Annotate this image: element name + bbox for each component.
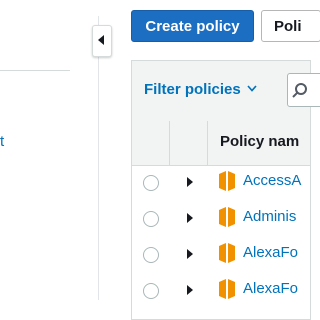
sidebar-separator: [98, 16, 99, 300]
filter-bar: Filter policies: [132, 61, 320, 122]
expand-row-icon[interactable]: [187, 285, 193, 295]
policy-cube-icon: [219, 279, 235, 299]
create-policy-button[interactable]: Create policy: [131, 10, 254, 42]
row-select-radio[interactable]: [143, 247, 159, 263]
policy-cube-icon: [219, 243, 235, 263]
column-divider: [207, 121, 208, 165]
policy-name-link[interactable]: AlexaFo: [243, 244, 298, 261]
policy-cube-icon: [219, 171, 235, 191]
chevron-down-icon[interactable]: [247, 85, 257, 93]
column-divider: [169, 121, 170, 165]
sidebar: t: [0, 0, 98, 300]
row-select-radio[interactable]: [143, 211, 159, 227]
row-select-radio[interactable]: [143, 175, 159, 191]
column-header-policy-name[interactable]: Policy nam: [220, 133, 299, 150]
filter-policies-dropdown[interactable]: Filter policies: [144, 81, 241, 98]
policy-actions-button[interactable]: Poli: [261, 10, 320, 42]
table-row[interactable]: AlexaFo: [132, 274, 310, 310]
expand-row-icon[interactable]: [187, 249, 193, 259]
policy-name-link[interactable]: AlexaFo: [243, 280, 298, 297]
table-row[interactable]: AccessA: [132, 166, 310, 202]
row-select-radio[interactable]: [143, 283, 159, 299]
sidebar-divider: [0, 70, 70, 71]
table-row[interactable]: AlexaFo: [132, 238, 310, 274]
chevron-left-icon: [98, 35, 104, 45]
sidebar-item-link[interactable]: t: [0, 133, 4, 150]
policy-cube-icon: [219, 207, 235, 227]
policies-panel: Filter policies Policy nam AccessA Admin…: [131, 60, 320, 320]
expand-row-icon[interactable]: [187, 213, 193, 223]
policy-name-link[interactable]: AccessA: [243, 172, 301, 189]
table-row[interactable]: Adminis: [132, 202, 310, 238]
expand-row-icon[interactable]: [187, 177, 193, 187]
table-header: Policy nam: [132, 121, 310, 166]
search-input[interactable]: [287, 73, 320, 107]
search-icon: [292, 83, 307, 98]
policy-name-link[interactable]: Adminis: [243, 208, 296, 225]
collapse-sidebar-button[interactable]: [92, 25, 112, 57]
